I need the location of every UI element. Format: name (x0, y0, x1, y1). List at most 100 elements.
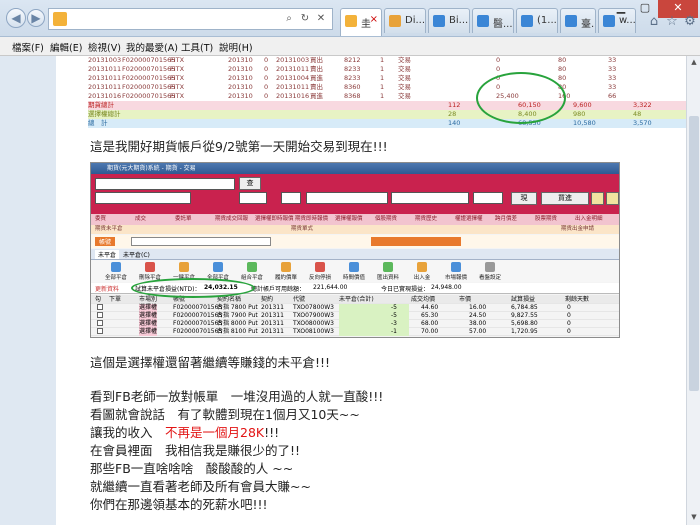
browser-tab[interactable]: (1... (516, 8, 558, 33)
position-row[interactable]: 選擇權 F020000701565 台指 7800 Put 201311 TXO0780… (91, 304, 619, 312)
function-tab[interactable]: 股票期貨 (535, 214, 557, 225)
statement-cell: 1 (380, 56, 385, 64)
row-checkbox[interactable] (97, 328, 103, 334)
function-tab[interactable]: 出入金明細 (575, 214, 603, 225)
refresh-icon[interactable]: ↻ (298, 11, 312, 27)
action-icon (417, 262, 427, 272)
statement-cell: 1 (380, 92, 385, 100)
column-header: 市場別 (139, 296, 158, 303)
function-tab[interactable]: 權證選擇權 (455, 214, 483, 225)
qty-field[interactable] (473, 192, 503, 204)
minimize-button[interactable]: ▁ (610, 0, 632, 18)
scroll-down-icon[interactable]: ▼ (689, 513, 699, 523)
menu-edit[interactable]: 編輯(E) (50, 40, 82, 54)
position-days: 0 (567, 312, 571, 319)
tab-favicon-icon (565, 15, 577, 27)
browser-tab[interactable]: 臺... (560, 8, 596, 33)
sub-tab-2[interactable]: 期貨單式 (291, 225, 313, 234)
expiry-select[interactable] (306, 192, 388, 204)
vertical-scrollbar[interactable]: ▲ ▼ (686, 56, 700, 525)
browser-tab[interactable]: 醫... (472, 8, 514, 33)
menu-file[interactable]: 檔案(F) (12, 40, 44, 54)
function-tab[interactable]: 跨月價差 (495, 214, 517, 225)
tab-open-positions-c[interactable]: 未平倉(C) (123, 250, 150, 259)
clear-order-icon[interactable] (606, 192, 619, 205)
tab-open-positions[interactable]: 未平倉 (95, 250, 120, 259)
function-tab[interactable]: 期貨成交回報 (215, 214, 248, 225)
action-button[interactable]: 出入金 (405, 262, 439, 281)
action-button[interactable]: 刪除平倉 (133, 262, 167, 281)
row-checkbox[interactable] (97, 312, 103, 318)
function-tab[interactable]: 委託單 (175, 214, 192, 225)
sub-tab-3[interactable]: 期貨出金申請 (561, 225, 594, 234)
browser-tab[interactable]: Bi... (428, 8, 470, 33)
tab-close-icon[interactable]: × (370, 14, 378, 25)
highlight-circle (476, 72, 566, 124)
statement-row: 20131003 F020000701565 FITX 201310 0 20131003… (88, 56, 686, 65)
product-select[interactable] (95, 178, 235, 190)
action-button[interactable]: 看盤設定 (473, 262, 507, 281)
trade-statement-table: 20131003 F020000701565 FITX 201310 0 20131003… (88, 56, 686, 128)
action-button[interactable]: 全部平倉 (99, 262, 133, 281)
strike-select[interactable] (391, 192, 469, 204)
action-button[interactable]: 反向停損 (303, 262, 337, 281)
address-bar[interactable]: ⌕ ↻ ✕ (48, 8, 333, 30)
action-button[interactable]: 時間價值 (337, 262, 371, 281)
function-tab[interactable]: 期貨即時報價 (295, 214, 328, 225)
action-button[interactable]: 市場報價 (439, 262, 473, 281)
submit-order-icon[interactable] (591, 192, 604, 205)
back-button[interactable]: ◀ (6, 8, 26, 28)
refresh-label[interactable]: 更新資料 (95, 284, 119, 293)
menu-view[interactable]: 檢視(V) (88, 40, 121, 54)
function-tab[interactable]: 委買 (95, 214, 106, 225)
statement-cell: 33 (608, 56, 617, 64)
price-type-select[interactable]: 現 (511, 192, 537, 205)
scroll-thumb[interactable] (689, 116, 699, 391)
statement-cell: 33 (608, 65, 617, 73)
function-tab[interactable]: 成交 (135, 214, 146, 225)
menu-tools[interactable]: 工具(T) (181, 40, 213, 54)
column-header: 下單 (109, 296, 122, 303)
sub-tab-1[interactable]: 期貨未平倉 (95, 225, 123, 234)
position-row[interactable]: 選擇權 F020000701565 台指 8100 Put 201311 TXO0810… (91, 328, 619, 336)
row-checkbox[interactable] (97, 320, 103, 326)
function-tab[interactable]: 選擇權報價 (335, 214, 363, 225)
action-button[interactable]: 履約價單 (269, 262, 303, 281)
scroll-up-icon[interactable]: ▲ (689, 58, 699, 68)
account-label: 帳號 (95, 237, 116, 246)
statement-cell: 80 (558, 74, 567, 82)
total-tax: 3,570 (633, 119, 652, 127)
action-icon (485, 262, 495, 272)
settings-gear-icon[interactable]: ⚙ (682, 14, 698, 30)
search-icon[interactable]: ⌕ (282, 11, 296, 27)
position-code: TXO08000W3 (293, 320, 334, 327)
action-button[interactable]: 匯出資料 (371, 262, 405, 281)
total-qty: 112 (448, 101, 461, 109)
order-type-field[interactable] (281, 192, 301, 204)
position-row[interactable]: 選擇權 F020000701565 台指 8000 Put 201311 TXO0800… (91, 320, 619, 328)
paragraph-8: 就繼續一直看著老師及所有會員大賺~~ (90, 479, 311, 494)
statement-cell: F020000701565 (122, 56, 176, 64)
buy-sell-select[interactable]: 買進 (541, 192, 589, 205)
query-button[interactable]: 查 (239, 177, 261, 190)
forward-button[interactable]: ▶ (27, 9, 45, 27)
stop-icon[interactable]: ✕ (314, 11, 328, 27)
account-select[interactable] (95, 192, 191, 204)
home-icon[interactable]: ⌂ (646, 14, 662, 30)
favorites-star-icon[interactable]: ☆ (664, 14, 680, 30)
menu-favorites[interactable]: 我的最愛(A) (126, 40, 178, 54)
function-tab[interactable]: 個股期貨 (375, 214, 397, 225)
function-tab[interactable]: 選擇權即時報價 (255, 214, 294, 225)
position-row[interactable]: 選擇權 F020000701565 台指 7900 Put 201311 TXO0790… (91, 312, 619, 320)
function-tab[interactable]: 期貨歷史 (415, 214, 437, 225)
column-header: 剩餘天數 (565, 296, 590, 303)
account-dropdown[interactable] (131, 237, 271, 246)
column-header: 試算損益 (511, 296, 536, 303)
lot-field[interactable] (239, 192, 267, 204)
browser-tab[interactable]: Di... (384, 8, 426, 33)
row-checkbox[interactable] (97, 304, 103, 310)
browser-tab[interactable]: 圭 × (340, 8, 382, 36)
action-button[interactable]: 組合平倉 (235, 262, 269, 281)
position-qty: -1 (391, 328, 397, 335)
menu-help[interactable]: 說明(H) (219, 40, 253, 54)
